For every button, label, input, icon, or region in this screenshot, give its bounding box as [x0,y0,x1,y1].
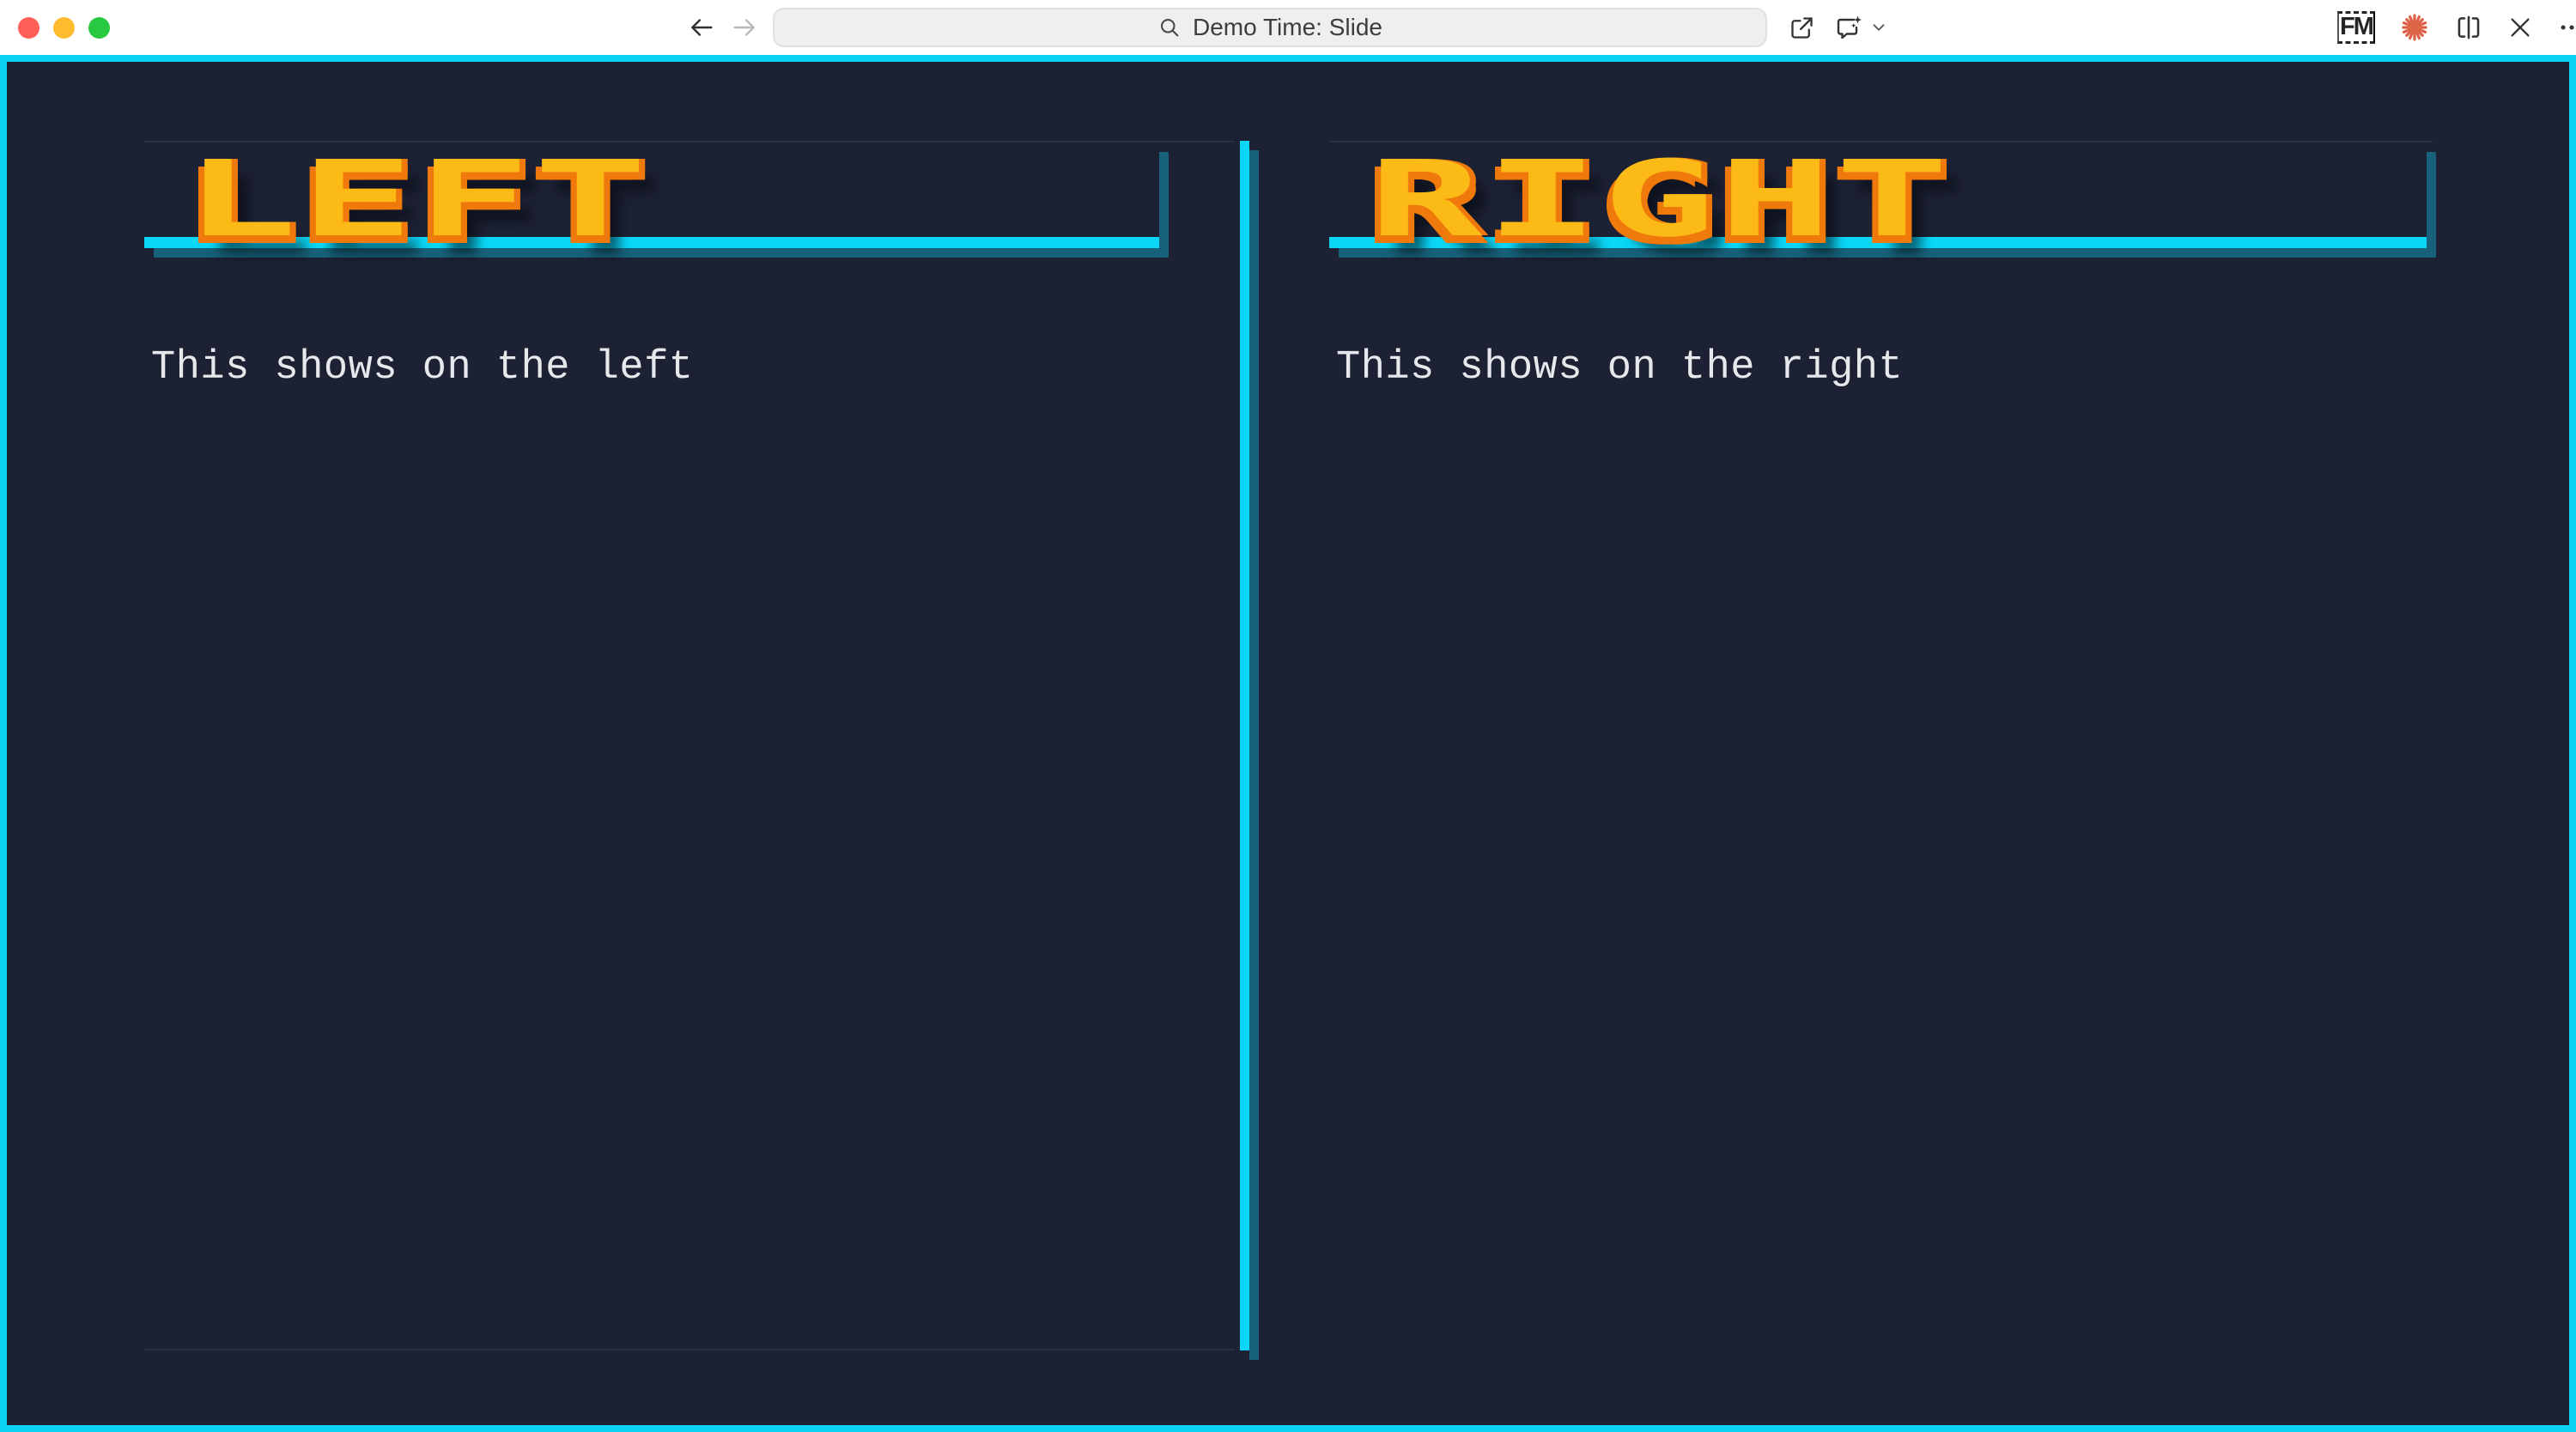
right-heading: RIGHT [1329,143,2427,248]
right-body-text: This shows on the right [1336,344,2433,392]
chevron-down-icon [1869,18,1888,37]
search-input[interactable]: Demo Time: Slide [773,8,1767,47]
panel-actions [1788,0,1888,55]
back-button[interactable] [687,13,716,42]
ellipsis-icon [2557,13,2576,42]
back-arrow-icon [687,13,716,42]
two-column-layout: LEFT This shows on the left RIGHT This s… [144,141,2433,1350]
minimize-window-button[interactable] [53,17,75,39]
demo-time-button[interactable] [2398,11,2431,44]
column-divider [1240,141,1249,1350]
slide-preview: LEFT This shows on the left RIGHT This s… [0,55,2576,1432]
left-column: LEFT This shows on the left [144,141,1235,1350]
zoom-window-button[interactable] [88,17,110,39]
close-window-button[interactable] [18,17,39,39]
right-heading-text: RIGHT [1369,144,1952,254]
forward-arrow-icon [730,13,759,42]
more-actions-button[interactable] [2557,13,2576,42]
close-icon [2506,14,2534,41]
window-controls [18,17,110,39]
frontmatter-icon[interactable]: FM [2337,11,2375,44]
forward-button[interactable] [730,13,759,42]
open-external-icon [1788,14,1816,42]
open-external-button[interactable] [1788,14,1816,42]
chat-dropdown[interactable] [1833,12,1888,43]
search-icon [1157,15,1182,39]
left-heading: LEFT [144,143,1159,248]
right-column: RIGHT This shows on the right [1329,141,2433,1350]
search-value: Demo Time: Slide [1193,14,1382,41]
split-editor-button[interactable] [2454,13,2483,42]
close-panel-button[interactable] [2506,14,2534,41]
chat-sparkle-icon [1833,12,1864,43]
titlebar: Demo Time: Slide FM [0,0,2576,55]
starburst-icon [2398,11,2431,44]
left-body-text: This shows on the left [151,344,1235,392]
editor-toolbar: FM [2337,0,2576,55]
split-editor-icon [2454,13,2483,42]
left-heading-text: LEFT [184,144,650,254]
navigation-controls [687,0,759,55]
